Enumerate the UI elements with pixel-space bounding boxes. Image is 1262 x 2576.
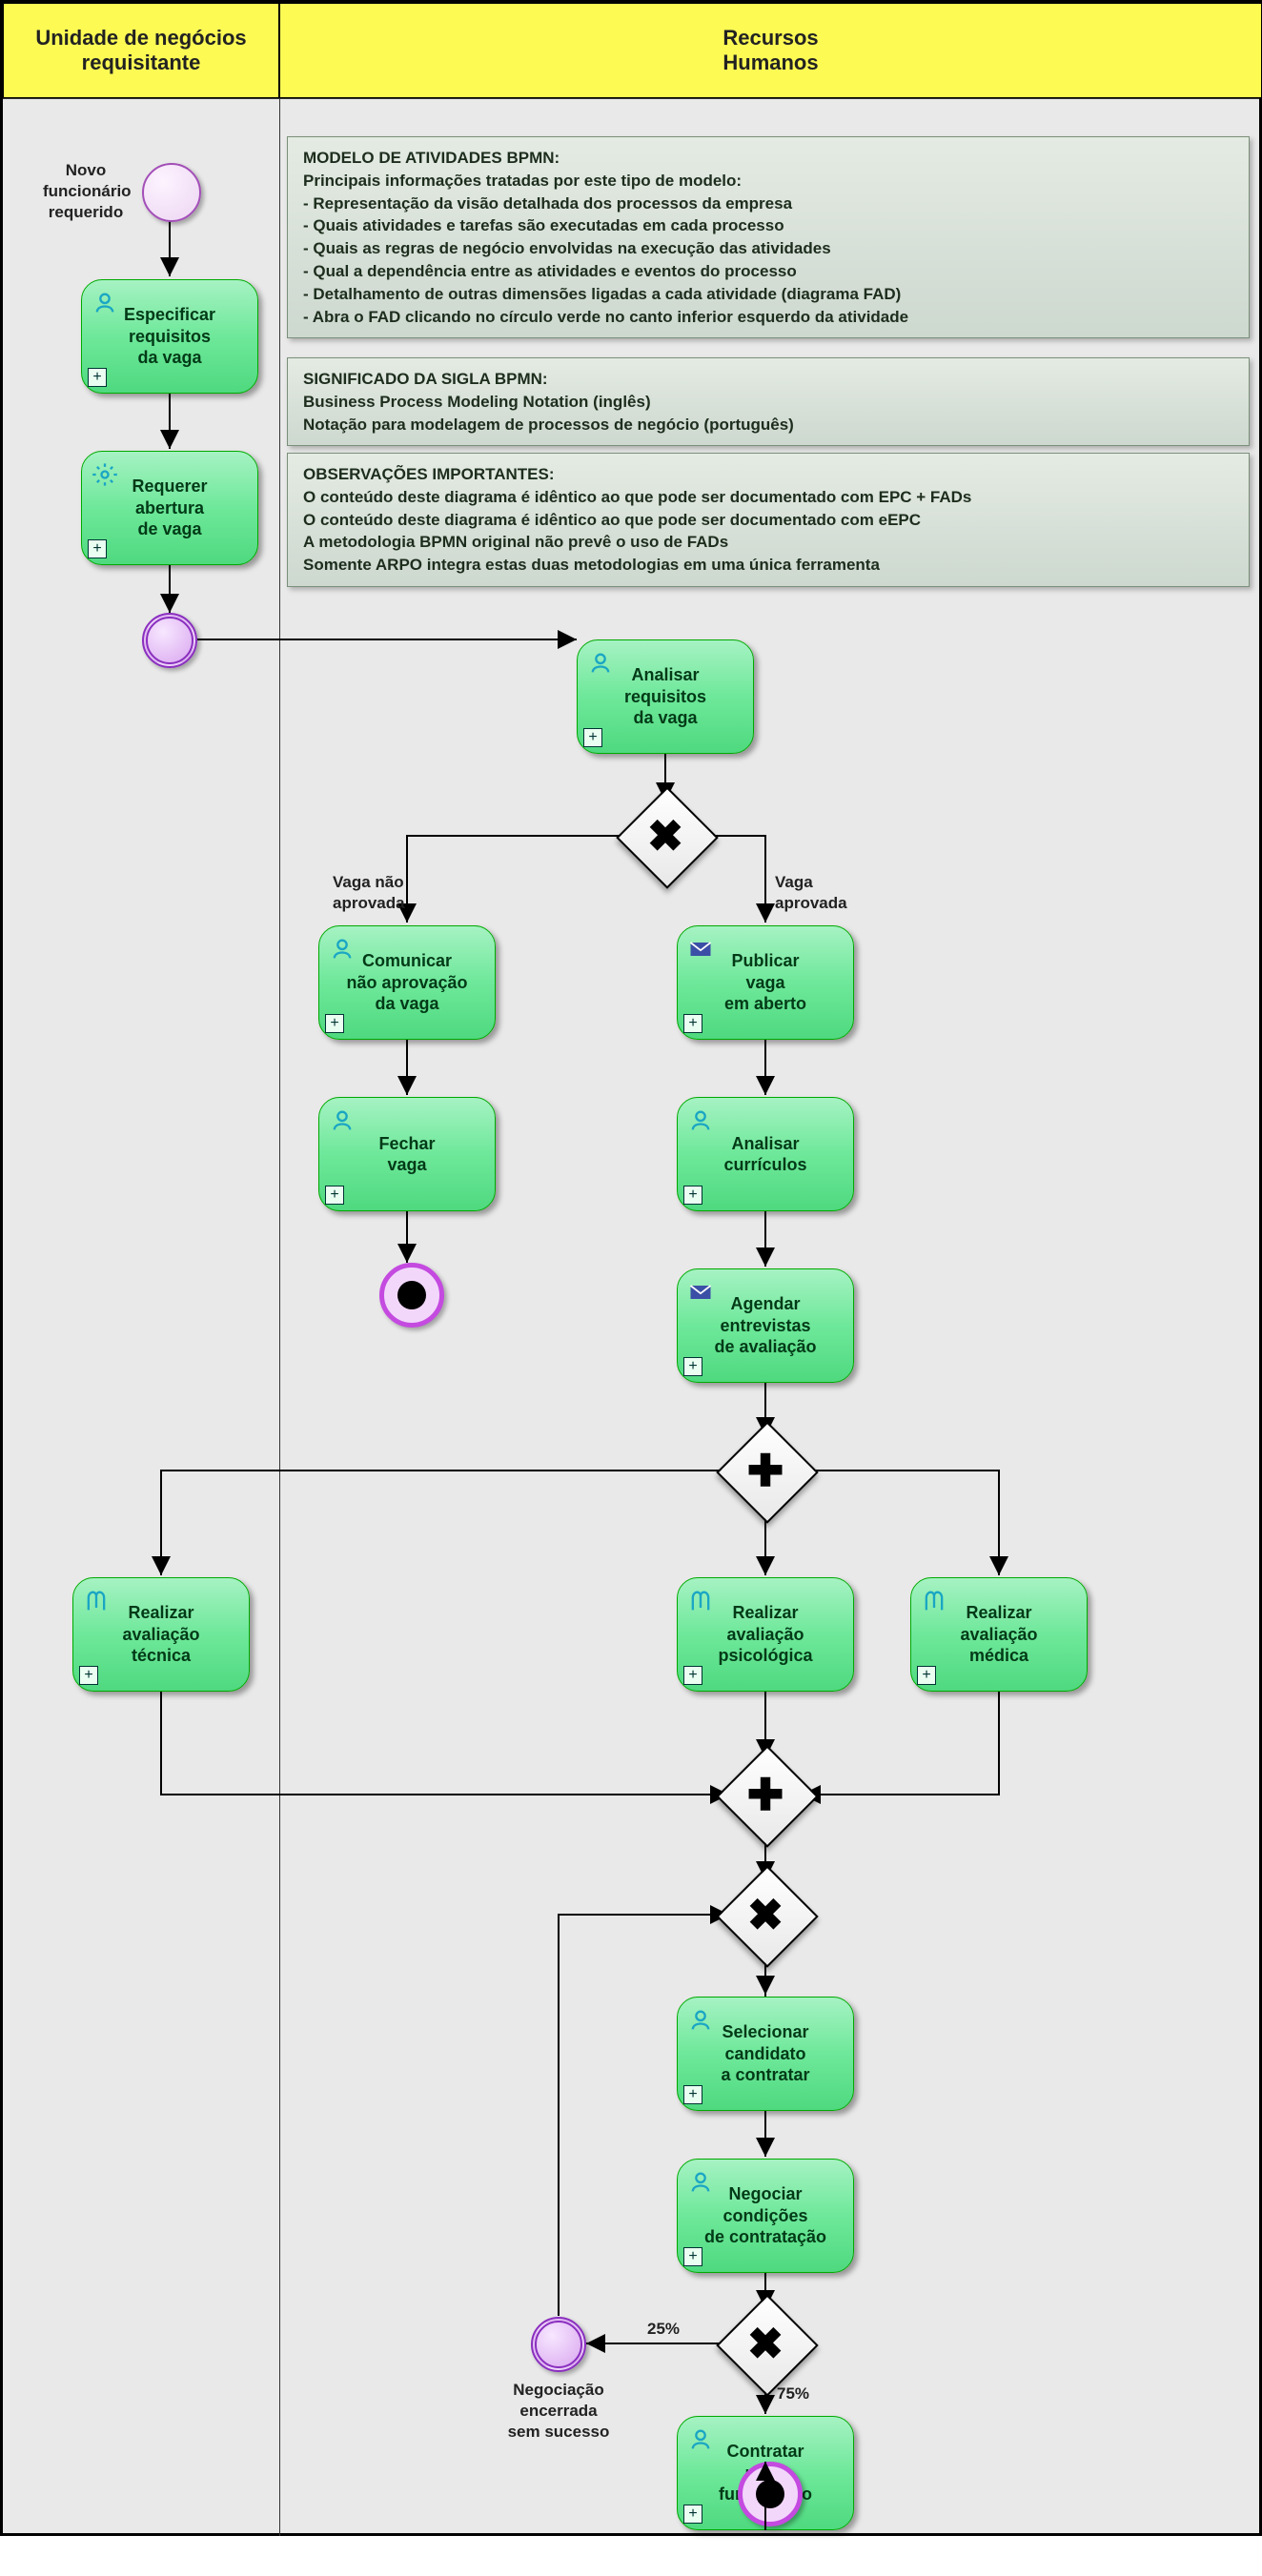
user-icon — [92, 290, 118, 316]
intermediate-event-negociacao — [531, 2317, 586, 2372]
bpmn-diagram: Unidade de negóciosrequisitante Recursos… — [0, 0, 1262, 2536]
note-title: MODELO DE ATIVIDADES BPMN: — [303, 149, 560, 167]
negociacao-label: Negociaçãoencerradasem sucesso — [499, 2380, 619, 2443]
task-label: Realizaravaliaçãotécnica — [99, 1602, 222, 1667]
task-label: Fecharvaga — [356, 1133, 458, 1176]
note-bullet: - Abra o FAD clicando no círculo verde n… — [303, 308, 908, 326]
note-sigla: SIGNIFICADO DA SIGLA BPMN: Business Proc… — [287, 357, 1250, 446]
user-icon — [687, 2169, 714, 2196]
gateway-parallel-split: ✚ — [731, 1436, 800, 1505]
branch-label-nao: Vaga nãoaprovada — [333, 872, 405, 914]
task-selecionar-candidato[interactable]: Selecionarcandidatoa contratar+ — [677, 1997, 854, 2111]
mail-icon — [687, 936, 714, 963]
note-title: SIGNIFICADO DA SIGLA BPMN: — [303, 370, 548, 388]
subprocess-marker: + — [325, 1186, 344, 1205]
gateway-exclusive-loop-in: ✖ — [731, 1880, 800, 1949]
subprocess-marker: + — [88, 368, 107, 387]
branch-label-sim: Vagaaprovada — [775, 872, 847, 914]
task-fechar-vaga[interactable]: Fecharvaga + — [318, 1097, 496, 1211]
user-icon — [687, 1107, 714, 1134]
task-label: Requereraberturade vaga — [109, 476, 230, 540]
plus-icon: ✚ — [731, 1436, 800, 1505]
subprocess-marker: + — [683, 1666, 702, 1685]
subprocess-marker: + — [583, 728, 602, 747]
task-label: Especificarrequisitosda vaga — [101, 304, 238, 369]
task-label: Realizaravaliaçãomédica — [937, 1602, 1060, 1667]
note-line: Somente ARPO integra estas duas metodolo… — [303, 556, 880, 574]
subprocess-marker: + — [683, 2247, 702, 2266]
manual-icon — [687, 1588, 714, 1614]
note-bullet: - Quais atividades e tarefas são executa… — [303, 216, 784, 234]
subprocess-marker: + — [917, 1666, 936, 1685]
task-avaliacao-tecnica[interactable]: Realizaravaliaçãotécnica+ — [72, 1577, 250, 1692]
subprocess-marker: + — [683, 2505, 702, 2524]
mail-icon — [687, 1279, 714, 1306]
note-title: OBSERVAÇÕES IMPORTANTES: — [303, 465, 555, 483]
task-avaliacao-psicologica[interactable]: Realizaravaliaçãopsicológica+ — [677, 1577, 854, 1692]
subprocess-marker: + — [88, 539, 107, 558]
task-publicar-vaga[interactable]: Publicarvagaem aberto+ — [677, 925, 854, 1040]
task-label: Selecionarcandidatoa contratar — [698, 2021, 832, 2086]
task-avaliacao-medica[interactable]: Realizaravaliaçãomédica+ — [910, 1577, 1088, 1692]
note-bullet: - Representação da visão detalhada dos p… — [303, 194, 792, 213]
x-icon: ✖ — [731, 1880, 800, 1949]
note-line: A metodologia BPMN original não prevê o … — [303, 533, 728, 551]
note-observacoes: OBSERVAÇÕES IMPORTANTES: O conteúdo dest… — [287, 453, 1250, 587]
end-event-final — [738, 2462, 803, 2526]
task-requerer-abertura[interactable]: Requereraberturade vaga+ — [81, 451, 258, 565]
task-label: Publicarvagaem aberto — [702, 950, 829, 1015]
lane-header-requisitante: Unidade de negóciosrequisitante — [3, 3, 279, 98]
gateway-exclusive-negociacao: ✖ — [731, 2309, 800, 2378]
note-bullet: - Qual a dependência entre as atividades… — [303, 262, 797, 280]
manual-icon — [83, 1588, 110, 1614]
gateway-exclusive-vaga: ✖ — [631, 801, 700, 870]
note-line: Business Process Modeling Notation (ingl… — [303, 393, 651, 411]
gateway-parallel-join: ✚ — [731, 1760, 800, 1829]
subprocess-marker: + — [683, 1357, 702, 1376]
task-agendar-entrevistas[interactable]: Agendarentrevistasde avaliação+ — [677, 1268, 854, 1383]
note-bullet: - Quais as regras de negócio envolvidas … — [303, 239, 831, 257]
probability-25: 25% — [647, 2319, 680, 2340]
user-icon — [587, 650, 614, 677]
note-subtitle: Principais informações tratadas por este… — [303, 172, 742, 190]
subprocess-marker: + — [79, 1666, 98, 1685]
task-analisar-curriculos[interactable]: Analisarcurrículos + — [677, 1097, 854, 1211]
gear-icon — [92, 461, 118, 488]
task-analisar-requisitos[interactable]: Analisarrequisitosda vaga+ — [577, 639, 754, 754]
lane-divider — [279, 98, 280, 2536]
lane-header-rh: RecursosHumanos — [279, 3, 1262, 98]
manual-icon — [921, 1588, 947, 1614]
user-icon — [687, 2007, 714, 2034]
task-comunicar-nao-aprovacao[interactable]: Comunicarnão aprovaçãoda vaga+ — [318, 925, 496, 1040]
task-label: Analisarcurrículos — [701, 1133, 829, 1176]
task-especificar-requisitos[interactable]: Especificarrequisitosda vaga+ — [81, 279, 258, 394]
start-event-label: Novofuncionáriorequerido — [43, 160, 129, 223]
start-event — [142, 163, 201, 222]
intermediate-event — [142, 613, 197, 668]
note-bullet: - Detalhamento de outras dimensões ligad… — [303, 285, 901, 303]
subprocess-marker: + — [683, 1186, 702, 1205]
subprocess-marker: + — [683, 2085, 702, 2104]
lane-title: Unidade de negóciosrequisitante — [35, 26, 246, 75]
note-line: O conteúdo deste diagrama é idêntico ao … — [303, 511, 921, 529]
x-icon: ✖ — [731, 2309, 800, 2378]
note-line: Notação para modelagem de processos de n… — [303, 416, 794, 434]
plus-icon: ✚ — [731, 1760, 800, 1829]
task-label: Realizaravaliaçãopsicológica — [695, 1602, 835, 1667]
lane-border — [3, 98, 1259, 99]
note-modelo: MODELO DE ATIVIDADES BPMN: Principais in… — [287, 136, 1250, 338]
task-label: Analisarrequisitosda vaga — [601, 664, 729, 729]
subprocess-marker: + — [325, 1014, 344, 1033]
task-negociar-condicoes[interactable]: Negociarcondiçõesde contratação+ — [677, 2159, 854, 2273]
user-icon — [329, 936, 356, 963]
probability-75: 75% — [777, 2383, 809, 2404]
end-event-terminate — [379, 1263, 444, 1328]
subprocess-marker: + — [683, 1014, 702, 1033]
user-icon — [687, 2426, 714, 2453]
note-line: O conteúdo deste diagrama é idêntico ao … — [303, 488, 971, 506]
user-icon — [329, 1107, 356, 1134]
x-icon: ✖ — [631, 801, 700, 870]
lane-title: RecursosHumanos — [723, 26, 818, 75]
